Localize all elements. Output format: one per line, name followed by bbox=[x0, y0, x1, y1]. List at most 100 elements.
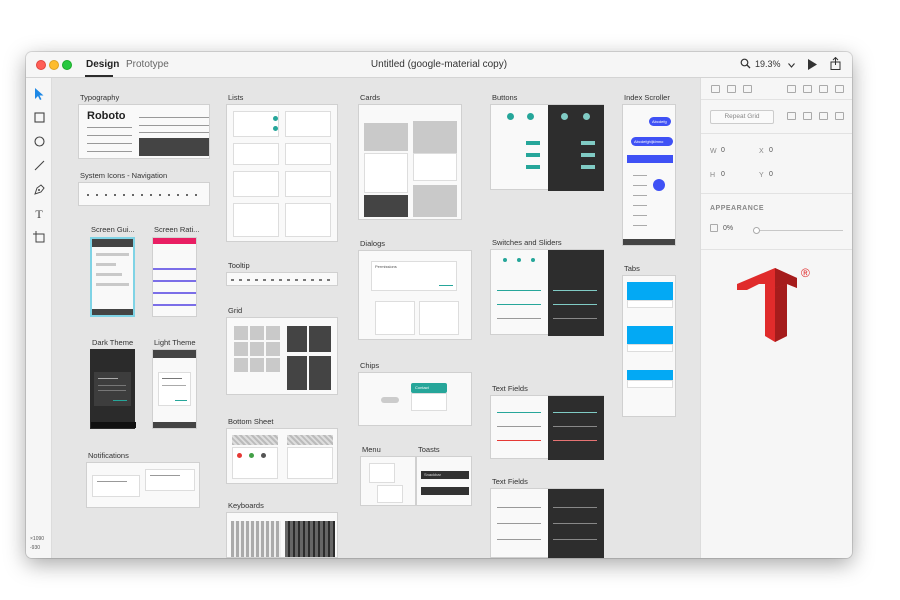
titlebar: Design Prototype Untitled (google-materi… bbox=[26, 52, 852, 78]
opacity-slider-track[interactable] bbox=[756, 230, 843, 231]
artboard-text-fields-2[interactable] bbox=[490, 488, 604, 558]
align-left-icon[interactable] bbox=[711, 85, 720, 93]
brand-logo-icon: ® bbox=[735, 266, 815, 344]
artboard-keyboards[interactable] bbox=[226, 512, 338, 558]
chevron-down-icon[interactable] bbox=[788, 60, 795, 71]
repeat-grid-button[interactable]: Repeat Grid bbox=[710, 110, 774, 124]
artboard-buttons[interactable] bbox=[490, 104, 604, 191]
y-label: Y bbox=[759, 172, 764, 179]
artboard-label-tooltip[interactable]: Tooltip bbox=[228, 261, 250, 270]
index-pill-2: Abcdefghijklmno bbox=[634, 138, 664, 144]
roboto-sample: Roboto bbox=[87, 110, 126, 122]
artboard-bottom-sheet[interactable] bbox=[226, 428, 338, 484]
width-field[interactable]: 0 bbox=[721, 147, 725, 154]
artboard-light-theme[interactable] bbox=[152, 349, 197, 429]
align-row bbox=[701, 78, 852, 100]
artboard-label-bottom-sheet[interactable]: Bottom Sheet bbox=[228, 417, 273, 426]
opacity-value[interactable]: 0% bbox=[723, 225, 733, 232]
pen-tool-icon[interactable] bbox=[33, 184, 45, 196]
chip-label: Contact bbox=[415, 385, 429, 390]
boolean-intersect-icon[interactable] bbox=[819, 112, 828, 120]
appearance-heading: APPEARANCE bbox=[710, 205, 765, 212]
artboard-index-scroller[interactable]: Abcdefg Abcdefghijklmno bbox=[622, 104, 676, 246]
artboard-label-switches[interactable]: Switches and Sliders bbox=[492, 238, 562, 247]
x-field[interactable]: 0 bbox=[769, 147, 773, 154]
boolean-add-icon[interactable] bbox=[787, 112, 796, 120]
rectangle-tool-icon[interactable] bbox=[33, 112, 45, 124]
repeat-grid-row: Repeat Grid bbox=[701, 100, 852, 134]
distribute-icon[interactable] bbox=[835, 85, 844, 93]
align-bottom-icon[interactable] bbox=[819, 85, 828, 93]
zoom-level[interactable]: 19.3% bbox=[755, 59, 781, 69]
height-field[interactable]: 0 bbox=[721, 171, 725, 178]
artboard-label-buttons[interactable]: Buttons bbox=[492, 93, 517, 102]
artboard-label-grid[interactable]: Grid bbox=[228, 306, 242, 315]
artboard-menu[interactable] bbox=[360, 456, 416, 506]
artboard-lists[interactable] bbox=[226, 104, 338, 242]
artboard-grid[interactable] bbox=[226, 317, 338, 395]
artboard-label-notifications[interactable]: Notifications bbox=[88, 451, 129, 460]
artboard-dark-theme[interactable] bbox=[90, 349, 136, 429]
artboard-label-system-icons[interactable]: System Icons - Navigation bbox=[80, 171, 167, 180]
artboard-switches[interactable] bbox=[490, 249, 604, 336]
boolean-exclude-icon[interactable] bbox=[835, 112, 844, 120]
artboard-system-icons[interactable] bbox=[78, 182, 210, 206]
height-label: H bbox=[710, 172, 716, 179]
search-icon[interactable] bbox=[740, 58, 751, 72]
artboard-label-dialogs[interactable]: Dialogs bbox=[360, 239, 385, 248]
artboard-label-toasts[interactable]: Toasts bbox=[418, 445, 440, 454]
artboard-cards[interactable] bbox=[358, 104, 462, 220]
text-tool-icon[interactable]: T bbox=[33, 208, 45, 220]
canvas[interactable]: Typography Roboto System Icons - Navigat… bbox=[52, 78, 700, 558]
artboard-chips[interactable]: Contact bbox=[358, 372, 472, 426]
cursor-y-readout: -930 bbox=[30, 545, 41, 551]
artboard-label-index-scroller[interactable]: Index Scroller bbox=[624, 93, 670, 102]
artboard-label-text-fields-1[interactable]: Text Fields bbox=[492, 384, 528, 393]
artboard-label-tabs[interactable]: Tabs bbox=[624, 264, 640, 273]
artboard-label-cards[interactable]: Cards bbox=[360, 93, 380, 102]
tools-panel: T ×1090 -930 bbox=[26, 78, 52, 558]
artboard-label-menu[interactable]: Menu bbox=[362, 445, 381, 454]
artboard-notifications[interactable] bbox=[86, 462, 200, 508]
artboard-label-dark-theme[interactable]: Dark Theme bbox=[92, 338, 133, 347]
dialog-title: Permissions bbox=[375, 264, 397, 269]
opacity-slider-handle[interactable] bbox=[753, 227, 760, 234]
active-tab-indicator bbox=[85, 75, 113, 77]
artboard-toasts[interactable]: Snackbar bbox=[416, 456, 472, 506]
play-icon[interactable] bbox=[808, 59, 817, 73]
align-top-icon[interactable] bbox=[787, 85, 796, 93]
artboard-label-chips[interactable]: Chips bbox=[360, 361, 379, 370]
document-title: Untitled (google-material copy) bbox=[370, 59, 508, 70]
artboard-label-typography[interactable]: Typography bbox=[80, 93, 119, 102]
opacity-icon bbox=[710, 224, 718, 232]
align-center-icon[interactable] bbox=[727, 85, 736, 93]
artboard-dialogs[interactable]: Permissions bbox=[358, 250, 472, 340]
share-icon[interactable] bbox=[830, 56, 841, 73]
artboard-text-fields-1[interactable] bbox=[490, 395, 604, 460]
artboard-tool-icon[interactable] bbox=[33, 231, 45, 243]
width-label: W bbox=[710, 148, 717, 155]
artboard-label-light-theme[interactable]: Light Theme bbox=[154, 338, 196, 347]
y-field[interactable]: 0 bbox=[769, 171, 773, 178]
artboard-label-keyboards[interactable]: Keyboards bbox=[228, 501, 264, 510]
line-tool-icon[interactable] bbox=[33, 160, 45, 172]
artboard-label-screen-ratios[interactable]: Screen Rati... bbox=[154, 225, 199, 234]
cursor-x-readout: ×1090 bbox=[30, 536, 45, 542]
artboard-label-screen-guides[interactable]: Screen Gui... bbox=[91, 225, 135, 234]
registered-mark: ® bbox=[801, 266, 810, 280]
select-tool-icon[interactable] bbox=[33, 88, 45, 100]
artboard-label-text-fields-2[interactable]: Text Fields bbox=[492, 477, 528, 486]
artboard-screen-guides[interactable] bbox=[90, 237, 135, 317]
artboard-typography[interactable]: Roboto bbox=[78, 104, 210, 159]
align-middle-icon[interactable] bbox=[803, 85, 812, 93]
boolean-subtract-icon[interactable] bbox=[803, 112, 812, 120]
artboard-tooltip[interactable] bbox=[226, 272, 338, 286]
dimensions-row: W 0 X 0 H 0 Y 0 bbox=[701, 134, 852, 194]
app-window: Design Prototype Untitled (google-materi… bbox=[26, 52, 852, 558]
artboard-screen-ratios[interactable] bbox=[152, 237, 197, 317]
toast-text: Snackbar bbox=[424, 472, 441, 477]
ellipse-tool-icon[interactable] bbox=[33, 136, 45, 148]
artboard-tabs[interactable] bbox=[622, 275, 676, 417]
align-right-icon[interactable] bbox=[743, 85, 752, 93]
artboard-label-lists[interactable]: Lists bbox=[228, 93, 243, 102]
